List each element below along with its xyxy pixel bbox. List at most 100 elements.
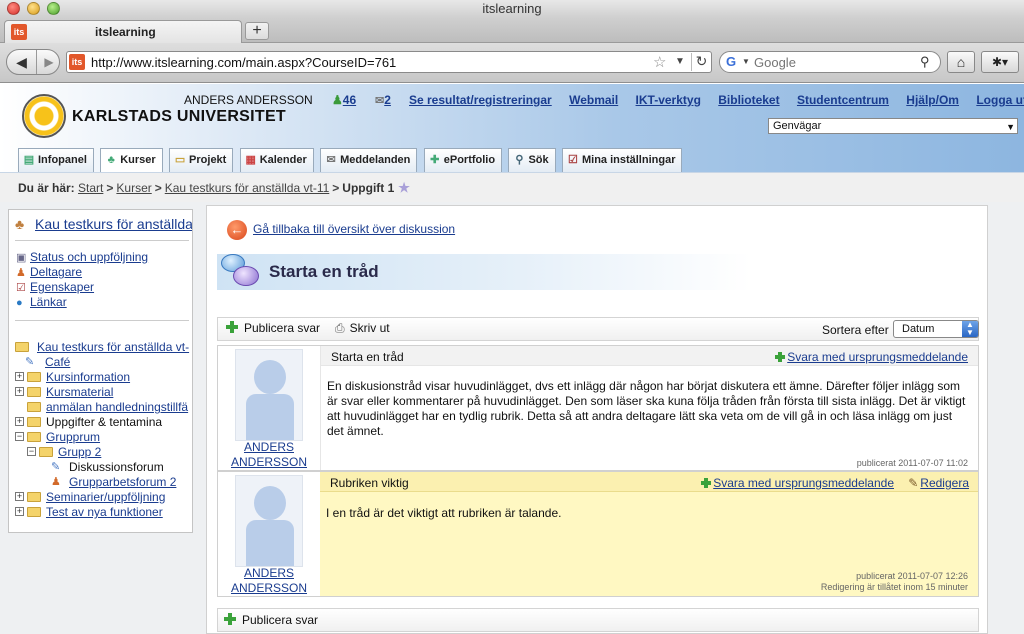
bookmark-star-icon[interactable]: ☆ <box>653 53 666 71</box>
google-engine-icon[interactable]: G <box>726 54 736 69</box>
folder-open-icon <box>15 342 29 352</box>
sidebar-item-properties[interactable]: ☑ Egenskaper <box>16 280 148 295</box>
avatar[interactable] <box>235 349 303 441</box>
collapse-icon[interactable]: − <box>15 432 24 441</box>
tree-item[interactable]: anmälan handledningstillfä <box>15 400 192 415</box>
back-to-overview-label[interactable]: Gå tillbaka till översikt över diskussio… <box>253 222 455 236</box>
back-to-overview-link[interactable]: ← Gå tillbaka till översikt över diskussi… <box>227 220 455 240</box>
folder-icon <box>27 492 41 502</box>
expand-icon[interactable]: + <box>15 372 24 381</box>
shortcuts-select[interactable]: Genvägar ▼ <box>768 118 1018 134</box>
plus-icon <box>226 321 238 333</box>
tree-item[interactable]: + Kursinformation <box>15 370 192 385</box>
reply-with-original-button[interactable]: Svara med ursprungsmeddelande <box>775 350 968 364</box>
breadcrumb-courses[interactable]: Kurser <box>116 181 151 195</box>
search-input[interactable] <box>754 54 914 70</box>
tab-project[interactable]: ▭ Projekt <box>169 148 234 172</box>
discussion-panel: ← Gå tillbaka till översikt över diskussi… <box>206 205 988 634</box>
tree-item[interactable]: − Grupp 2 <box>15 445 192 460</box>
address-bar[interactable]: its http://www.itslearning.com/main.aspx… <box>66 51 712 73</box>
globe-icon: ● <box>16 297 23 309</box>
minimize-window-icon[interactable] <box>27 2 40 15</box>
url-dropdown-icon[interactable]: ▼ <box>675 56 685 67</box>
message-count[interactable]: 2 <box>384 93 391 107</box>
print-button[interactable]: ⎙ Skriv ut <box>335 321 390 336</box>
link-student-centre[interactable]: Studentcentrum <box>797 93 889 107</box>
tree-item[interactable]: + Kursmaterial <box>15 385 192 400</box>
discussion-toolbar-bottom: Publicera svar <box>217 608 979 632</box>
infopanel-icon: ▤ <box>23 154 35 166</box>
tab-courses[interactable]: ♣ Kurser <box>100 148 163 172</box>
back-arrow-icon[interactable]: ◀ <box>7 50 37 74</box>
tree-item[interactable]: + Seminarier/uppföljning <box>15 490 192 505</box>
breadcrumb-start[interactable]: Start <box>78 181 103 195</box>
expand-icon[interactable]: + <box>15 417 24 426</box>
link-ikt-tools[interactable]: IKT-verktyg <box>636 93 701 107</box>
new-tab-button[interactable]: + <box>245 22 269 40</box>
expand-icon[interactable]: + <box>15 492 24 501</box>
tab-calendar[interactable]: ▦ Kalender <box>239 148 314 172</box>
link-webmail[interactable]: Webmail <box>569 93 618 107</box>
search-engine-dropdown-icon[interactable]: ▼ <box>742 57 750 66</box>
collapse-icon[interactable]: − <box>27 447 36 456</box>
link-help[interactable]: Hjälp/Om <box>906 93 959 107</box>
sort-select[interactable]: Datum ▲ ▼ <box>893 320 979 338</box>
online-count[interactable]: 46 <box>343 93 356 107</box>
sidebar-item-status[interactable]: ▣ Status och uppföljning <box>16 250 148 265</box>
tab-settings[interactable]: ☑ Mina inställningar <box>561 148 683 172</box>
tab-messages[interactable]: ✉ Meddelanden <box>320 148 418 172</box>
tab-eportfolio[interactable]: ✚ ePortfolio <box>423 148 503 172</box>
avatar[interactable] <box>235 475 303 567</box>
tree-item[interactable]: ♟ Grupparbetsforum 2 <box>15 475 192 490</box>
author-name-link[interactable]: ANDERS ANDERSSON <box>218 566 320 596</box>
sidebar-item-links[interactable]: ● Länkar <box>16 295 148 310</box>
search-box[interactable]: G ▼ ⚲ <box>719 51 941 73</box>
project-icon: ▭ <box>174 154 186 166</box>
new-messages-counter[interactable]: ✉2 <box>375 93 391 107</box>
folder-open-icon <box>39 447 53 457</box>
favourite-star-icon[interactable]: ★ <box>398 180 410 195</box>
sidebar-course-title[interactable]: ♣ Kau testkurs för anställda <box>15 216 192 232</box>
course-tree: Kau testkurs för anställda vt- ✎ Café + Ku… <box>15 340 192 520</box>
browser-tab[interactable]: its itslearning <box>4 20 242 43</box>
expand-icon[interactable]: + <box>15 507 24 516</box>
back-arrow-icon: ← <box>227 220 247 240</box>
author-name-link[interactable]: ANDERS ANDERSSON <box>218 440 320 470</box>
edit-post-button[interactable]: ✎ Redigera <box>908 476 969 490</box>
tree-item[interactable]: ✎ Diskussionsforum <box>15 460 192 475</box>
expand-icon[interactable]: + <box>15 387 24 396</box>
user-name: ANDERS ANDERSSON <box>184 93 313 107</box>
envelope-icon: ✉ <box>375 95 385 107</box>
bookmarks-icon[interactable]: ✱▾ <box>981 51 1019 73</box>
university-name: KARLSTADS UNIVERSITET <box>72 108 287 125</box>
online-users-counter[interactable]: ♟46 <box>332 93 356 107</box>
tree-item[interactable]: + Test av nya funktioner <box>15 505 192 520</box>
page-title: Starta en tråd <box>269 262 379 281</box>
chevron-down-icon: ▼ <box>1006 122 1015 132</box>
tree-item[interactable]: ✎ Café <box>15 355 192 370</box>
publish-reply-button[interactable]: Publicera svar <box>224 613 318 627</box>
publish-reply-button[interactable]: Publicera svar <box>226 321 320 335</box>
link-results[interactable]: Se resultat/registreringar <box>409 93 552 107</box>
tab-search[interactable]: ⚲ Sök <box>508 148 556 172</box>
link-logout[interactable]: Logga ut <box>976 93 1024 107</box>
university-logo[interactable] <box>22 94 66 138</box>
reload-icon[interactable]: ↻ <box>691 53 711 71</box>
forum-icon: ✎ <box>25 356 35 368</box>
breadcrumb-course[interactable]: Kau testkurs för anställda vt-11 <box>165 181 330 195</box>
tree-item[interactable]: + Uppgifter & tentamina <box>15 415 192 430</box>
breadcrumb-bar: Du är här: Start > Kurser > Kau testkurs för… <box>0 172 1024 202</box>
home-icon[interactable]: ⌂ <box>947 51 975 73</box>
reply-with-original-button[interactable]: Svara med ursprungsmeddelande <box>701 476 894 490</box>
sidebar-item-participants[interactable]: ♟ Deltagare <box>16 265 148 280</box>
zoom-window-icon[interactable] <box>47 2 60 15</box>
link-library[interactable]: Biblioteket <box>718 93 779 107</box>
tree-item[interactable]: − Grupprum <box>15 430 192 445</box>
tree-item[interactable]: Kau testkurs för anställda vt- <box>15 340 192 355</box>
online-person-icon: ♟ <box>332 93 343 107</box>
forward-arrow-icon[interactable]: ▶ <box>39 50 59 74</box>
search-magnifier-icon[interactable]: ⚲ <box>920 54 930 70</box>
url-text[interactable]: http://www.itslearning.com/main.aspx?Cou… <box>91 55 396 70</box>
tab-infopanel[interactable]: ▤ Infopanel <box>18 148 94 172</box>
close-window-icon[interactable] <box>7 2 20 15</box>
